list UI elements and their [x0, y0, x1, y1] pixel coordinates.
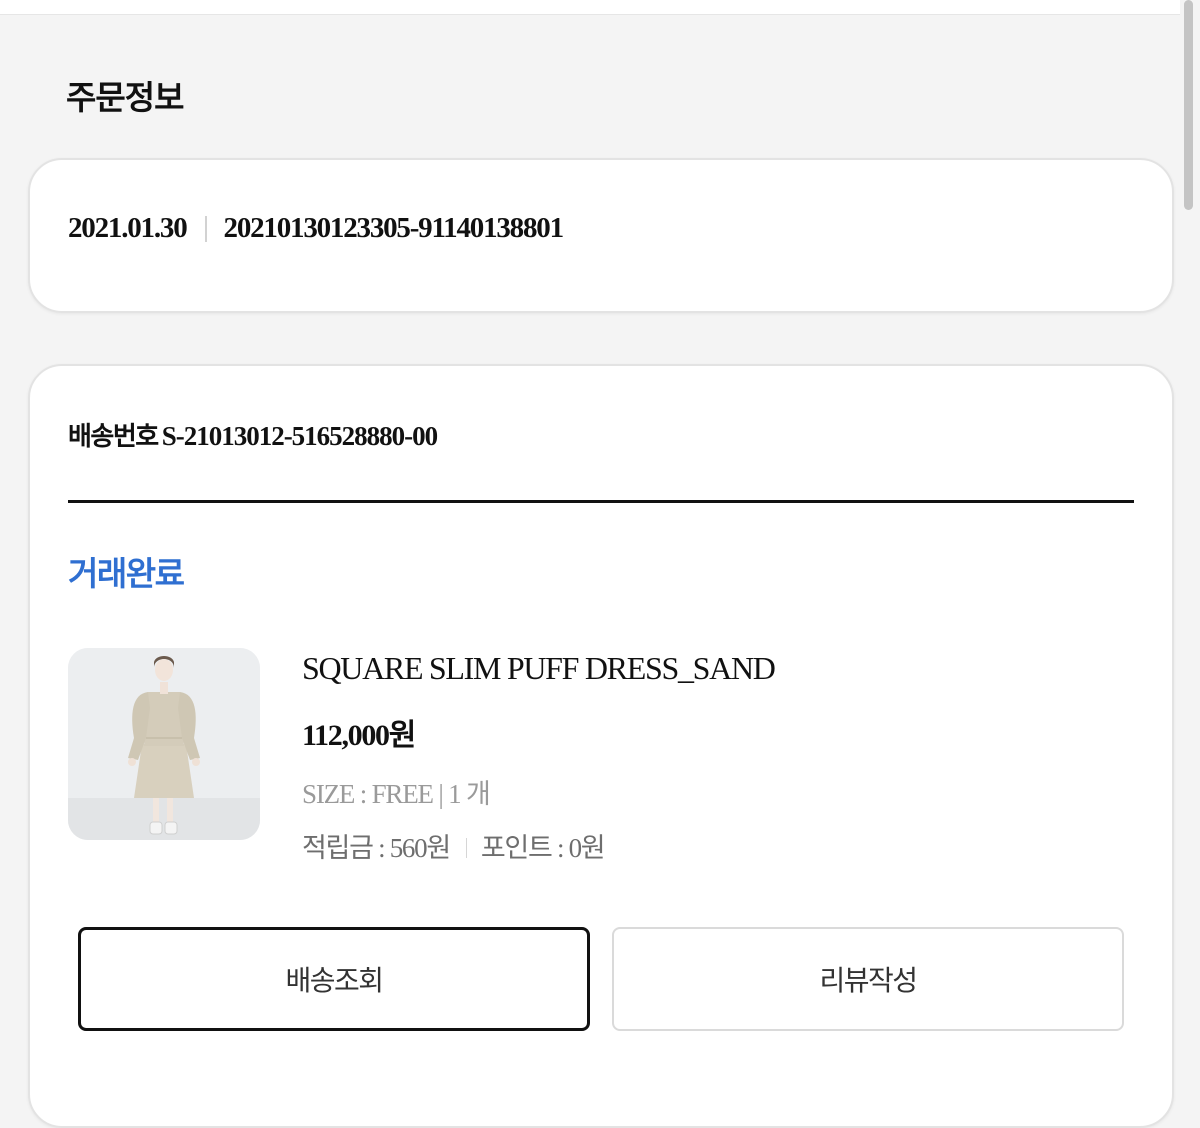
- delivery-divider: [68, 500, 1134, 503]
- write-review-button[interactable]: 리뷰작성: [612, 927, 1124, 1031]
- order-date: 2021.01.30: [68, 212, 188, 244]
- points-value: 포인트 : 0원: [480, 833, 606, 863]
- top-header-strip: [0, 0, 1180, 15]
- order-info-line: 2021.01.30 20210130123305-91140138801: [68, 212, 565, 245]
- scrollbar[interactable]: [1180, 0, 1200, 1098]
- reward-info: 적립금 : 560원 포인트 : 0원: [302, 826, 606, 865]
- delivery-card: 배송번호 S-21013012-516528880-00 거래완료 SQUARE…: [28, 364, 1174, 1128]
- reward-divider: [465, 837, 467, 858]
- order-summary-card: 2021.01.30 20210130123305-91140138801: [28, 158, 1174, 313]
- delivery-number-line: 배송번호 S-21013012-516528880-00: [68, 416, 438, 453]
- product-name[interactable]: SQUARE SLIM PUFF DRESS_SAND: [302, 650, 776, 687]
- product-thumbnail[interactable]: [68, 648, 260, 840]
- order-number: 20210130123305-91140138801: [223, 212, 565, 244]
- delivery-number-label: 배송번호: [68, 422, 159, 452]
- product-option: SIZE : FREE | 1 개: [302, 779, 491, 809]
- track-delivery-button[interactable]: 배송조회: [78, 927, 590, 1031]
- order-divider: [204, 215, 207, 242]
- delivery-number: S-21013012-516528880-00: [161, 421, 438, 451]
- order-status: 거래완료: [68, 554, 185, 593]
- dress-photo-icon: [68, 648, 260, 840]
- scrollbar-thumb[interactable]: [1184, 0, 1193, 210]
- section-title: 주문정보: [66, 78, 184, 117]
- product-price: 112,000원: [302, 719, 416, 752]
- reward-points: 적립금 : 560원: [302, 833, 451, 863]
